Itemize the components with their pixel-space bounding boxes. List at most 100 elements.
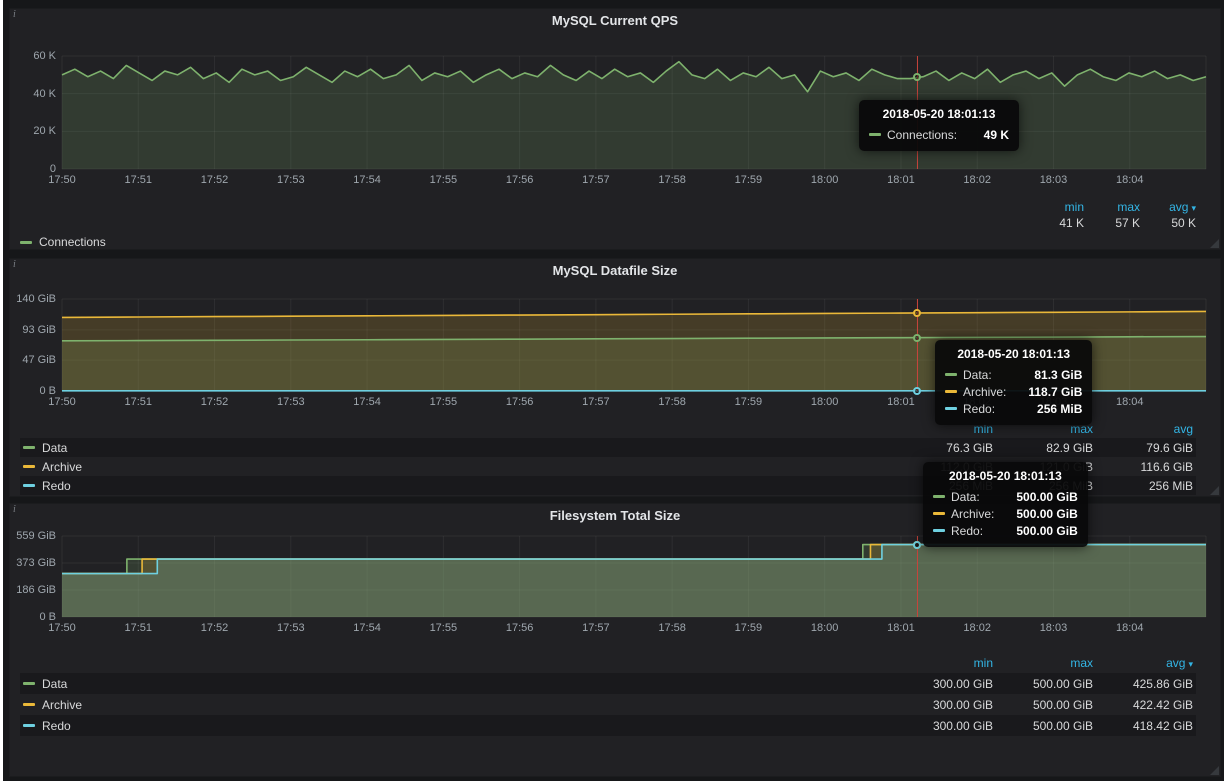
y-tick-label: 373 GiB [16, 557, 56, 569]
y-axis: 0 B47 GiB93 GiB140 GiB [12, 299, 56, 391]
tooltip-series-label: Data: [951, 490, 980, 504]
legend-header-max[interactable]: max [1084, 200, 1140, 214]
legend-header-min[interactable]: min [893, 656, 993, 670]
legend-header-max[interactable]: max [993, 656, 1093, 670]
tooltip-row-archive: Archive: 118.7 GiB [945, 383, 1082, 400]
legend-series-redo[interactable]: Redo [23, 719, 893, 733]
x-tick-label: 18:02 [963, 622, 991, 634]
tooltip-series-value: 49 K [968, 128, 1009, 142]
series-color-dash [933, 495, 945, 498]
y-tick-label: 93 GiB [22, 324, 56, 336]
legend-avg-value: 256 MiB [1093, 479, 1193, 493]
legend-header-avg[interactable]: avg▾ [1093, 656, 1193, 670]
y-tick-label: 47 GiB [22, 354, 56, 366]
legend-series-data[interactable]: Data [23, 677, 893, 691]
legend-header-avg-label: avg [1169, 200, 1188, 214]
legend-values-row: 41 K 57 K 50 K [20, 215, 1196, 231]
series-color-dash [945, 390, 957, 393]
tooltip-series-label: Archive: [963, 385, 1006, 399]
tooltip-series-label: Redo: [963, 402, 995, 416]
series-color-dash [23, 682, 35, 685]
tooltip-row-connections: Connections: 49 K [869, 126, 1009, 143]
legend-series-connections[interactable]: Connections [20, 234, 1196, 250]
x-tick-label: 17:59 [735, 622, 763, 634]
legend-series-label: Redo [42, 479, 71, 493]
x-tick-label: 18:00 [811, 174, 839, 186]
legend-max-value: 57 K [1084, 216, 1140, 230]
x-tick-label: 17:53 [277, 622, 305, 634]
plot-area-qps[interactable]: 020 K40 K60 K 17:5017:5117:5217:5317:541… [62, 56, 1206, 169]
tooltip-series-label: Redo: [951, 524, 983, 538]
legend-min-value: 76.3 GiB [893, 441, 993, 455]
tooltip-series-value: 500.00 GiB [1000, 507, 1077, 521]
series-color-dash [23, 703, 35, 706]
panel-resize-handle[interactable] [1210, 766, 1219, 775]
x-tick-label: 18:00 [811, 396, 839, 408]
legend-header-avg[interactable]: avg▾ [1140, 200, 1196, 214]
legend-header-row: min max avg▾ [20, 652, 1196, 673]
x-tick-label: 18:03 [1040, 622, 1068, 634]
panel-mysql-current-qps: i MySQL Current QPS 020 K40 K60 K 17:501… [9, 8, 1221, 250]
legend-series-archive[interactable]: Archive [23, 460, 893, 474]
legend-avg-value: 79.6 GiB [1093, 441, 1193, 455]
x-tick-label: 17:50 [48, 396, 76, 408]
tooltip-timestamp: 2018-05-20 18:01:13 [945, 347, 1082, 361]
tooltip-series-value: 500.00 GiB [1000, 524, 1077, 538]
tooltip-qps: 2018-05-20 18:01:13 Connections: 49 K [859, 100, 1019, 151]
panel-resize-handle[interactable] [1210, 486, 1219, 495]
legend-avg-value: 422.42 GiB [1093, 698, 1193, 712]
legend-series-label: Archive [42, 460, 82, 474]
legend-header-min[interactable]: min [1028, 200, 1084, 214]
legend-series-data[interactable]: Data [23, 441, 893, 455]
panel-info-icon[interactable]: i [13, 259, 16, 270]
x-tick-label: 17:50 [48, 622, 76, 634]
tooltip-row-redo: Redo: 500.00 GiB [933, 522, 1078, 539]
series-color-dash [23, 724, 35, 727]
x-tick-label: 17:59 [735, 396, 763, 408]
legend-series-redo[interactable]: Redo [23, 479, 893, 493]
x-tick-label: 17:53 [277, 396, 305, 408]
legend-series-label: Archive [42, 698, 82, 712]
legend-series-archive[interactable]: Archive [23, 698, 893, 712]
tooltip-row-data: Data: 81.3 GiB [945, 366, 1082, 383]
x-tick-label: 17:55 [430, 396, 458, 408]
legend-max-value: 82.9 GiB [993, 441, 1093, 455]
panel-resize-handle[interactable] [1210, 239, 1219, 248]
legend-header-avg[interactable]: avg [1093, 422, 1193, 436]
x-tick-label: 18:04 [1116, 396, 1144, 408]
panel-title[interactable]: MySQL Current QPS [10, 13, 1220, 28]
y-axis: 0 B186 GiB373 GiB559 GiB [12, 536, 56, 617]
legend-series-label: Redo [42, 719, 71, 733]
tooltip-timestamp: 2018-05-20 18:01:13 [933, 469, 1078, 483]
series-color-dash [23, 484, 35, 487]
legend-max-value: 500.00 GiB [993, 698, 1093, 712]
tooltip-filesystem: 2018-05-20 18:01:13 Data: 500.00 GiB Arc… [923, 462, 1088, 547]
legend-max-value: 500.00 GiB [993, 719, 1093, 733]
panel-info-icon[interactable]: i [13, 9, 16, 20]
tooltip-series-value: 81.3 GiB [1018, 368, 1082, 382]
x-tick-label: 17:54 [353, 174, 381, 186]
x-tick-label: 17:53 [277, 174, 305, 186]
panel-title[interactable]: MySQL Datafile Size [10, 263, 1220, 278]
y-tick-label: 186 GiB [16, 584, 56, 596]
tooltip-series-value: 256 MiB [1021, 402, 1082, 416]
tooltip-series-value: 500.00 GiB [1000, 490, 1077, 504]
legend-series-label: Data [42, 677, 67, 691]
legend-max-value: 500.00 GiB [993, 677, 1093, 691]
x-tick-label: 18:02 [963, 174, 991, 186]
x-tick-label: 17:56 [506, 174, 534, 186]
x-tick-label: 18:01 [887, 396, 915, 408]
y-tick-label: 60 K [33, 50, 56, 62]
x-tick-label: 17:58 [658, 396, 686, 408]
panel-info-icon[interactable]: i [13, 504, 16, 515]
legend-header-avg-label: avg [1166, 656, 1185, 670]
plot-area-filesystem[interactable]: 0 B186 GiB373 GiB559 GiB 17:5017:5117:52… [62, 536, 1206, 617]
tooltip-series-value: 118.7 GiB [1012, 385, 1082, 399]
sort-caret-icon: ▾ [1191, 203, 1196, 213]
x-tick-label: 17:51 [125, 396, 153, 408]
x-tick-label: 17:57 [582, 396, 610, 408]
x-tick-label: 17:52 [201, 622, 229, 634]
legend-qps: min max avg▾ 41 K 57 K 50 K Connections [20, 199, 1196, 250]
x-tick-label: 17:58 [658, 622, 686, 634]
tooltip-datafile: 2018-05-20 18:01:13 Data: 81.3 GiB Archi… [935, 340, 1092, 425]
